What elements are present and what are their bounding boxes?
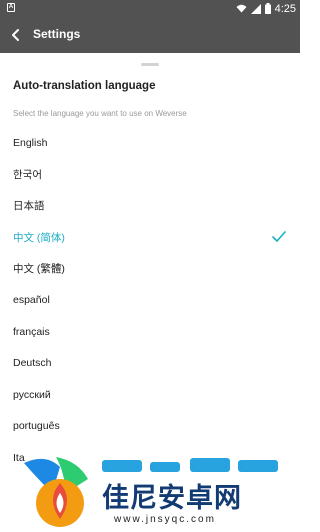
- battery-icon: [264, 3, 271, 14]
- language-option[interactable]: русский: [0, 379, 300, 411]
- language-option[interactable]: español: [0, 285, 300, 317]
- language-option[interactable]: English: [0, 127, 300, 159]
- watermark-text: 佳尼安卓网: [102, 483, 242, 513]
- language-label: 中文 (繁體): [13, 263, 65, 276]
- language-label: Deutsch: [13, 357, 52, 370]
- sheet-drag-handle[interactable]: [141, 63, 159, 66]
- app-bar: Settings: [0, 17, 300, 53]
- notification-icon: A: [7, 3, 15, 12]
- language-option[interactable]: français: [0, 316, 300, 348]
- watermark-logo: [24, 457, 88, 527]
- language-option[interactable]: 中文 (繁體): [0, 253, 300, 285]
- language-option[interactable]: 中文 (简体): [0, 222, 300, 254]
- watermark-accent: [102, 458, 278, 472]
- language-label: 日本語: [13, 200, 45, 213]
- checkmark-icon: [272, 230, 286, 242]
- language-label: português: [13, 420, 60, 433]
- sheet-subtitle: Select the language you want to use on W…: [13, 109, 187, 118]
- language-label: русский: [13, 388, 51, 401]
- status-icons: 4:25: [236, 0, 296, 17]
- back-arrow-icon[interactable]: [8, 26, 24, 44]
- status-time: 4:25: [274, 2, 296, 15]
- language-option[interactable]: Deutsch: [0, 348, 300, 380]
- language-option[interactable]: português: [0, 411, 300, 443]
- language-label: français: [13, 325, 50, 338]
- language-label: 中文 (简体): [13, 231, 65, 244]
- signal-icon: [250, 3, 261, 14]
- language-option[interactable]: 日本語: [0, 190, 300, 222]
- sheet-title: Auto-translation language: [13, 80, 156, 92]
- page-title: Settings: [33, 27, 81, 41]
- language-list: English 한국어 日本語中文 (简体) 中文 (繁體) español frança…: [0, 127, 300, 474]
- status-bar: A 4:25: [0, 0, 300, 17]
- language-label: 한국어: [13, 168, 42, 181]
- language-label: English: [13, 136, 48, 149]
- wifi-icon: [236, 4, 247, 13]
- language-option[interactable]: 한국어: [0, 159, 300, 191]
- watermark-url: www.jnsyqc.com: [114, 514, 216, 525]
- language-label: español: [13, 294, 50, 307]
- watermark: 佳尼安卓网 www.jnsyqc.com: [16, 450, 300, 532]
